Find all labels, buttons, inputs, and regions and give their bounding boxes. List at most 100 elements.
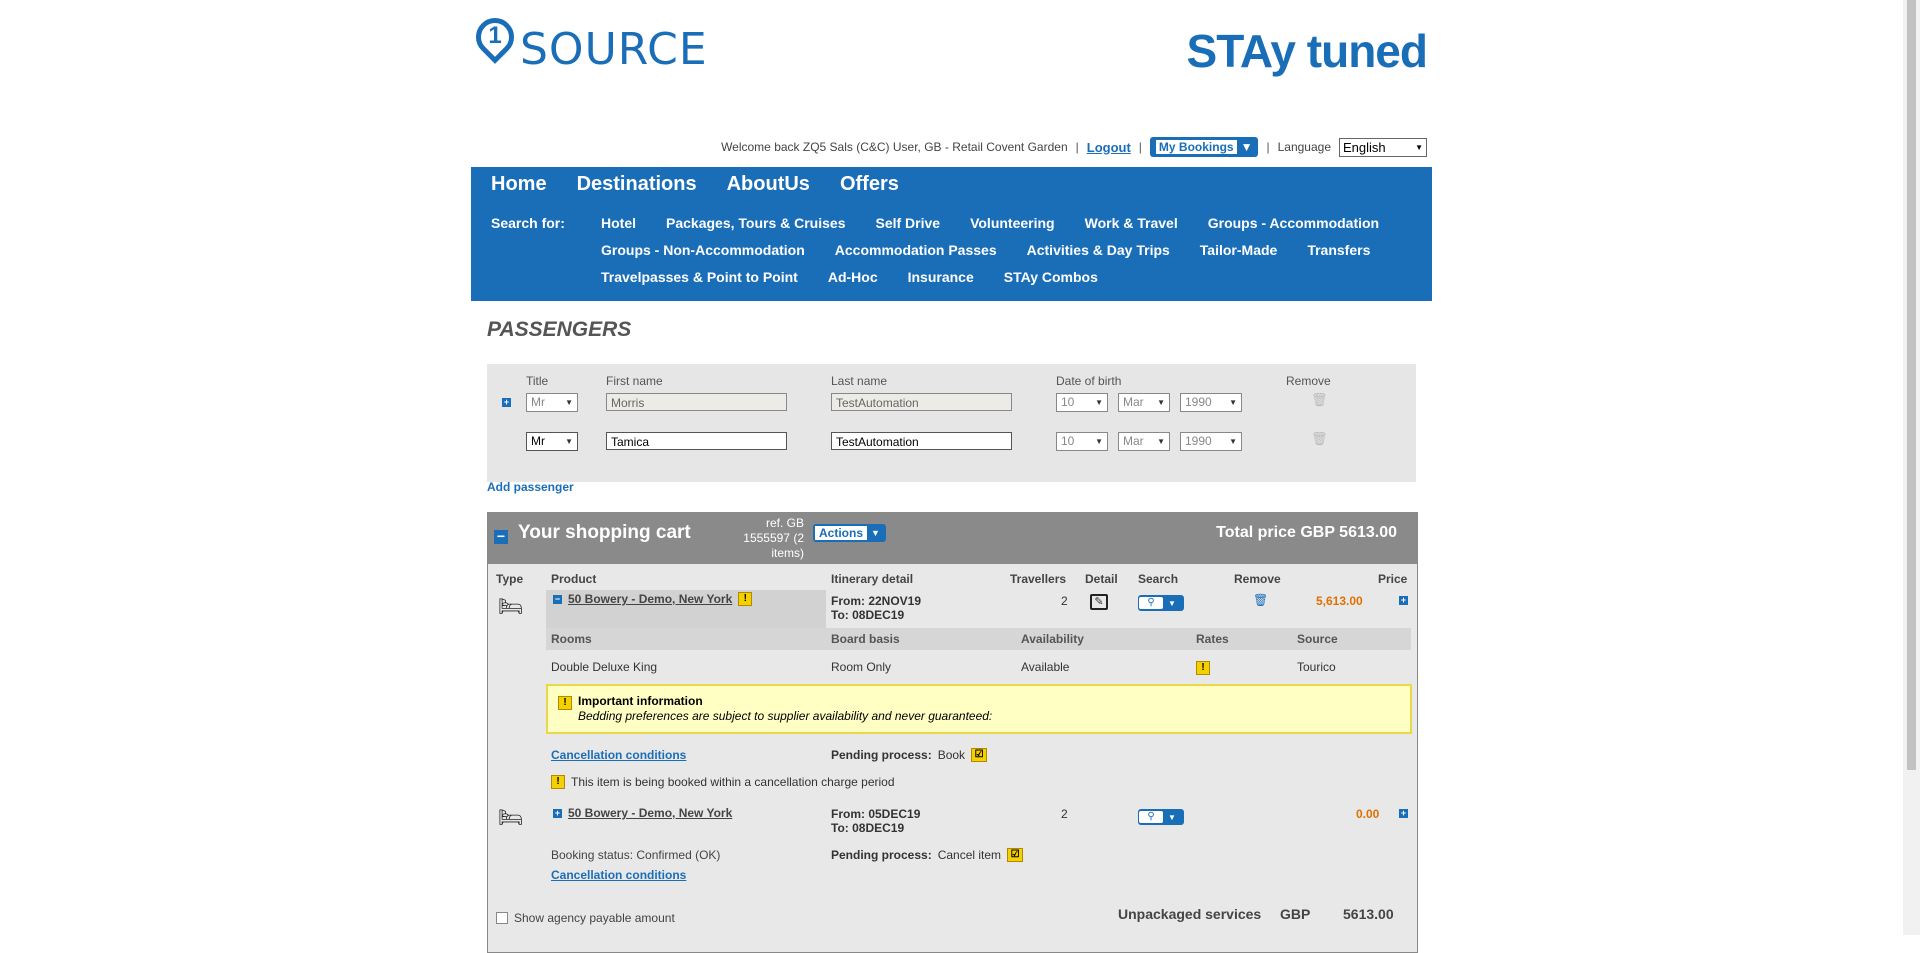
- dob-month-select[interactable]: Mar ▼: [1118, 393, 1170, 412]
- item1-pending: Pending process: Book ☑: [831, 748, 988, 762]
- nav-aboutus[interactable]: AboutUs: [727, 173, 810, 196]
- delete-icon[interactable]: 🗑: [1253, 593, 1268, 607]
- room-name: Double Deluxe King: [551, 660, 658, 674]
- nav-destinations[interactable]: Destinations: [577, 173, 697, 196]
- cancellation-warning-text: This item is being booked within a cance…: [571, 775, 895, 789]
- col-title: Title: [526, 374, 549, 388]
- trash-icon[interactable]: 🗑: [1311, 431, 1328, 446]
- dob-year-select[interactable]: 1990 ▼: [1180, 432, 1242, 451]
- expand-icon[interactable]: +: [553, 808, 562, 818]
- search-link[interactable]: Groups - Non-Accommodation: [601, 242, 805, 258]
- chevron-down-icon: ▼: [1157, 398, 1165, 407]
- col-product: Product: [551, 572, 597, 586]
- col-dob: Date of birth: [1056, 374, 1122, 388]
- item1-from: From: 22NOV19: [831, 594, 922, 608]
- last-name-field[interactable]: TestAutomation: [831, 432, 1012, 450]
- pending-label: Pending process:: [831, 848, 932, 862]
- expand-icon[interactable]: +: [502, 398, 511, 407]
- agency-payable-label: Show agency payable amount: [514, 911, 675, 925]
- item1-product: − 50 Bowery - Demo, New York !: [553, 592, 753, 606]
- search-link[interactable]: Ad-Hoc: [828, 269, 878, 285]
- col-detail: Detail: [1085, 572, 1118, 586]
- dob-day-select[interactable]: 10 ▼: [1056, 393, 1108, 412]
- first-name-field[interactable]: Tamica: [606, 432, 787, 450]
- last-name-field[interactable]: TestAutomation: [831, 393, 1012, 411]
- rates-warning-icon[interactable]: !: [1196, 659, 1210, 675]
- search-link[interactable]: Activities & Day Trips: [1027, 242, 1170, 258]
- chevron-down-icon: ▼: [565, 437, 573, 446]
- search-button[interactable]: ⚲ ▼: [1138, 809, 1184, 825]
- dob-month-select[interactable]: Mar ▼: [1118, 432, 1170, 451]
- logout-link[interactable]: Logout: [1087, 140, 1131, 155]
- item1-travellers: 2: [1061, 594, 1068, 608]
- trash-icon[interactable]: 🗑: [1311, 392, 1328, 407]
- cancellation-conditions-link[interactable]: Cancellation conditions: [551, 868, 686, 882]
- vertical-scrollbar[interactable]: [1903, 0, 1920, 935]
- pending-value: Cancel item: [937, 848, 1002, 862]
- source: Tourico: [1297, 660, 1336, 674]
- search-link[interactable]: Volunteering: [970, 215, 1055, 231]
- search-link[interactable]: Accommodation Passes: [835, 242, 997, 258]
- cancellation-conditions-link[interactable]: Cancellation conditions: [551, 748, 686, 762]
- col-source: Source: [1297, 632, 1338, 646]
- agency-payable-checkbox[interactable]: [496, 912, 508, 924]
- pending-label: Pending process:: [831, 748, 932, 762]
- col-availability: Availability: [1021, 632, 1084, 646]
- info-text: Bedding preferences are subject to suppl…: [578, 709, 993, 723]
- language-label: Language: [1277, 140, 1331, 154]
- search-link[interactable]: Work & Travel: [1085, 215, 1178, 231]
- expand-icon[interactable]: +: [1399, 809, 1408, 818]
- title-select[interactable]: Mr ▼: [526, 393, 578, 412]
- one-source-logo[interactable]: 1 SOURCE: [468, 10, 707, 76]
- main-menu: Home Destinations AboutUs Offers: [491, 173, 899, 196]
- nav-home[interactable]: Home: [491, 173, 547, 196]
- search-link[interactable]: Packages, Tours & Cruises: [666, 215, 845, 231]
- search-link[interactable]: Groups - Accommodation: [1208, 215, 1379, 231]
- checklist-icon[interactable]: ☑: [1007, 848, 1024, 862]
- pending-value: Book: [937, 748, 966, 762]
- search-link[interactable]: Insurance: [908, 269, 974, 285]
- language-select[interactable]: English ▼: [1339, 137, 1427, 157]
- chevron-down-icon: ▼: [1168, 598, 1176, 608]
- expand-icon[interactable]: +: [1399, 596, 1408, 605]
- info-title: Important information: [578, 694, 703, 708]
- col-board: Board basis: [831, 632, 900, 646]
- item1-product-link[interactable]: 50 Bowery - Demo, New York: [568, 592, 732, 606]
- booking-status: Booking status: Confirmed (OK): [551, 848, 721, 862]
- search-link[interactable]: Self Drive: [875, 215, 940, 231]
- cart-title: Your shopping cart: [518, 522, 691, 543]
- collapse-icon[interactable]: −: [494, 529, 508, 544]
- title-select[interactable]: Mr ▼: [526, 432, 578, 451]
- search-links-row-1: Hotel Packages, Tours & Cruises Self Dri…: [601, 215, 1379, 231]
- search-button[interactable]: ⚲ ▼: [1138, 595, 1184, 611]
- search-link[interactable]: Transfers: [1307, 242, 1370, 258]
- dob-year-select[interactable]: 1990 ▼: [1180, 393, 1242, 412]
- search-link[interactable]: Hotel: [601, 215, 636, 231]
- search-link[interactable]: STAy Combos: [1004, 269, 1098, 285]
- rooms-header: Rooms Board basis Availability Rates Sou…: [546, 628, 1411, 650]
- chevron-down-icon: ▼: [1415, 142, 1423, 152]
- unpackaged-label: Unpackaged services: [1118, 906, 1262, 922]
- scrollbar-thumb[interactable]: [1907, 0, 1916, 770]
- first-name-field[interactable]: Morris: [606, 393, 787, 411]
- actions-label: Actions: [815, 526, 868, 540]
- edit-icon[interactable]: ✎: [1090, 594, 1108, 610]
- search-link[interactable]: Travelpasses & Point to Point: [601, 269, 798, 285]
- checklist-icon[interactable]: ☑: [971, 748, 988, 762]
- welcome-text: Welcome back ZQ5 Sals (C&C) User, GB - R…: [721, 140, 1068, 154]
- chevron-down-icon: ▼: [565, 398, 573, 407]
- search-link[interactable]: Tailor-Made: [1200, 242, 1278, 258]
- search-icon: ⚲: [1139, 597, 1163, 609]
- add-passenger-link[interactable]: Add passenger: [487, 480, 574, 494]
- actions-dropdown[interactable]: Actions ▼: [813, 524, 886, 542]
- item2-price: 0.00: [1356, 807, 1380, 821]
- chevron-down-icon: ▼: [1240, 140, 1253, 154]
- col-rates: Rates: [1196, 632, 1229, 646]
- my-bookings-dropdown[interactable]: My Bookings ▼: [1149, 137, 1259, 157]
- user-bar: Welcome back ZQ5 Sals (C&C) User, GB - R…: [721, 136, 1427, 158]
- dob-day-select[interactable]: 10 ▼: [1056, 432, 1108, 451]
- board-basis: Room Only: [831, 660, 892, 674]
- item2-product-link[interactable]: 50 Bowery - Demo, New York: [568, 806, 732, 820]
- nav-offers[interactable]: Offers: [840, 173, 899, 196]
- collapse-icon[interactable]: −: [553, 594, 562, 604]
